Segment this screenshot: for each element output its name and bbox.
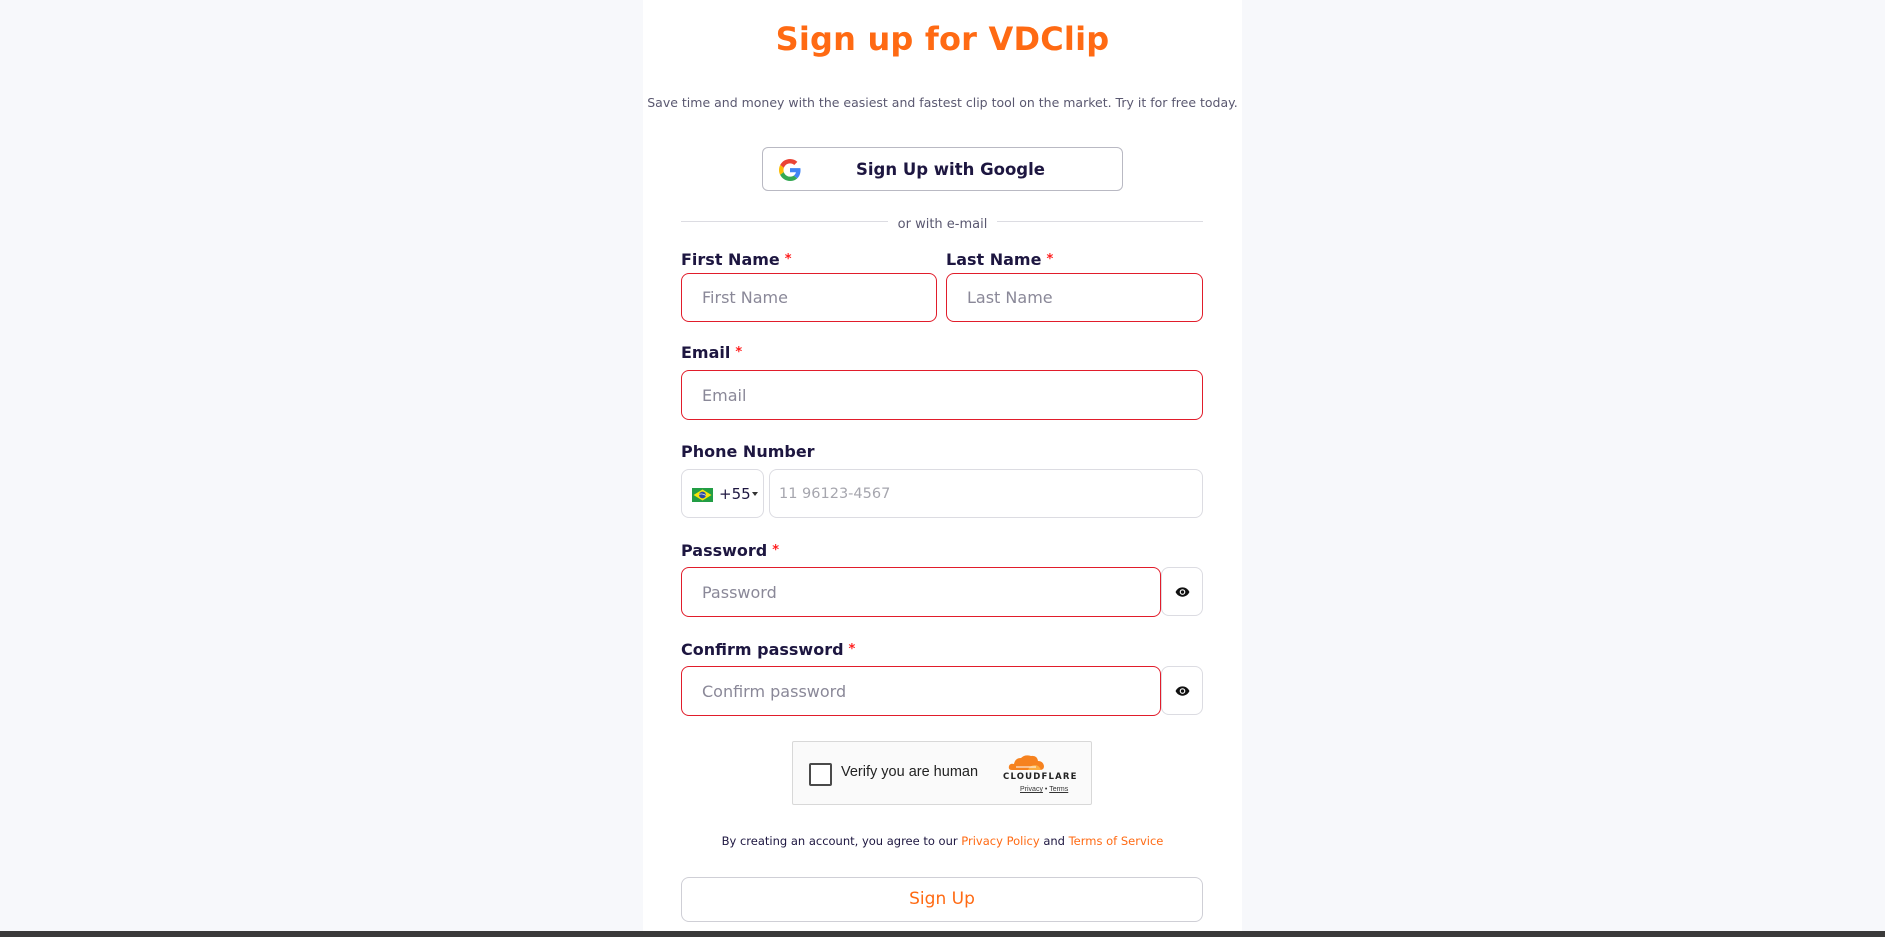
last-name-label: Last Name * — [946, 250, 1053, 269]
country-code-label: +55 — [719, 485, 751, 503]
confirm-password-input[interactable] — [682, 667, 1160, 715]
cloudflare-logo-text: CLOUDFLARE — [1003, 772, 1078, 782]
country-code-select[interactable]: +55 — [681, 469, 764, 518]
first-name-input[interactable] — [682, 274, 936, 321]
last-name-label-text: Last Name — [946, 250, 1042, 269]
required-mark: * — [772, 543, 780, 558]
required-mark: * — [735, 345, 743, 360]
caret-down-icon — [752, 492, 758, 496]
phone-label: Phone Number — [681, 442, 815, 461]
brazil-flag-icon — [692, 488, 713, 502]
agreement-conjunction: and — [1043, 834, 1065, 848]
password-field[interactable] — [681, 567, 1161, 617]
cloudflare-cloud-icon — [1008, 755, 1044, 770]
eye-icon — [1175, 587, 1190, 597]
email-label: Email * — [681, 343, 742, 362]
captcha-widget: Verify you are human CLOUDFLARE Privacy … — [792, 741, 1092, 805]
password-label-text: Password — [681, 541, 768, 560]
bottom-bar — [0, 931, 1885, 937]
page-subtitle: Save time and money with the easiest and… — [647, 95, 1238, 110]
email-field[interactable] — [681, 370, 1203, 420]
phone-number-field[interactable] — [769, 469, 1203, 518]
email-label-text: Email — [681, 343, 731, 362]
signup-button[interactable]: Sign Up — [681, 877, 1203, 922]
email-input[interactable] — [682, 371, 1202, 419]
google-signup-label: Sign Up with Google — [856, 160, 1045, 179]
captcha-links-separator: • — [1044, 786, 1048, 793]
captcha-terms-link[interactable]: Terms — [1049, 786, 1068, 793]
required-mark: * — [848, 642, 856, 657]
last-name-field[interactable] — [946, 273, 1203, 322]
confirm-password-label-text: Confirm password — [681, 640, 844, 659]
last-name-input[interactable] — [947, 274, 1202, 321]
page-title: Sign up for VDClip — [775, 20, 1110, 58]
terms-of-service-link[interactable]: Terms of Service — [1069, 834, 1164, 848]
privacy-policy-link[interactable]: Privacy Policy — [961, 834, 1039, 848]
agreement-prefix: By creating an account, you agree to our — [721, 834, 958, 848]
first-name-label: First Name * — [681, 250, 792, 269]
terms-agreement: By creating an account, you agree to our… — [643, 834, 1242, 848]
captcha-privacy-link[interactable]: Privacy — [1020, 786, 1043, 793]
signup-panel: Sign up for VDClip Save time and money w… — [643, 0, 1242, 931]
show-confirm-password-button[interactable] — [1161, 666, 1203, 715]
divider-text: or with e-mail — [887, 217, 998, 232]
required-mark: * — [1046, 252, 1054, 267]
first-name-label-text: First Name — [681, 250, 780, 269]
required-mark: * — [784, 252, 792, 267]
captcha-checkbox[interactable] — [809, 763, 832, 786]
signup-button-label: Sign Up — [909, 889, 975, 909]
eye-icon — [1175, 686, 1190, 696]
captcha-links: Privacy • Terms — [1020, 786, 1068, 793]
show-password-button[interactable] — [1161, 567, 1203, 616]
password-input[interactable] — [682, 568, 1160, 616]
phone-number-input[interactable] — [770, 470, 1202, 517]
confirm-password-label: Confirm password * — [681, 640, 855, 659]
first-name-field[interactable] — [681, 273, 937, 322]
google-signup-button[interactable]: Sign Up with Google — [762, 147, 1123, 191]
password-label: Password * — [681, 541, 779, 560]
confirm-password-field[interactable] — [681, 666, 1161, 716]
captcha-label: Verify you are human — [841, 764, 979, 780]
